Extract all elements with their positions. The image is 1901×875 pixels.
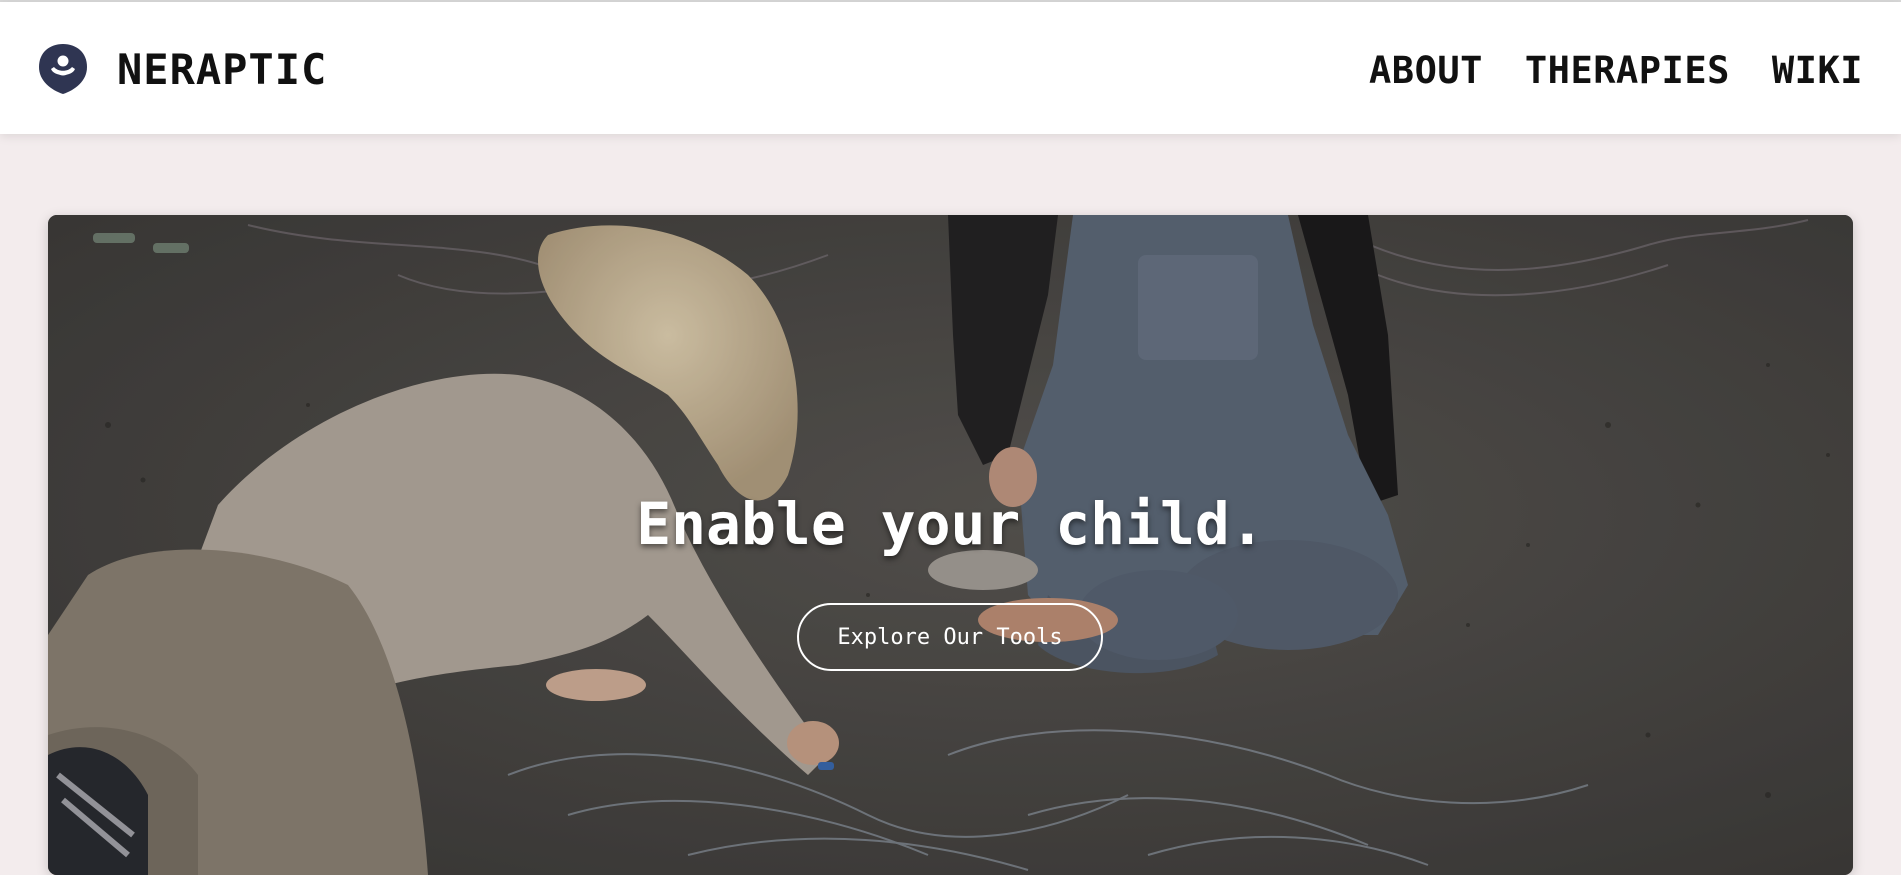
- nav-link-wiki[interactable]: WIKI: [1772, 49, 1863, 92]
- hero-banner: Enable your child. Explore Our Tools: [48, 215, 1853, 875]
- main-nav: ABOUT THERAPIES WIKI: [1327, 42, 1863, 98]
- explore-tools-button[interactable]: Explore Our Tools: [797, 603, 1103, 671]
- site-header: NERAPTIC ABOUT THERAPIES WIKI: [0, 2, 1901, 134]
- brand-home-link[interactable]: NERAPTIC: [37, 43, 327, 95]
- hero-title: Enable your child.: [636, 490, 1265, 558]
- nav-link-about[interactable]: ABOUT: [1369, 49, 1483, 92]
- brand-name: NERAPTIC: [117, 44, 328, 94]
- nav-link-therapies[interactable]: THERAPIES: [1525, 49, 1730, 92]
- shield-face-icon: [39, 44, 87, 94]
